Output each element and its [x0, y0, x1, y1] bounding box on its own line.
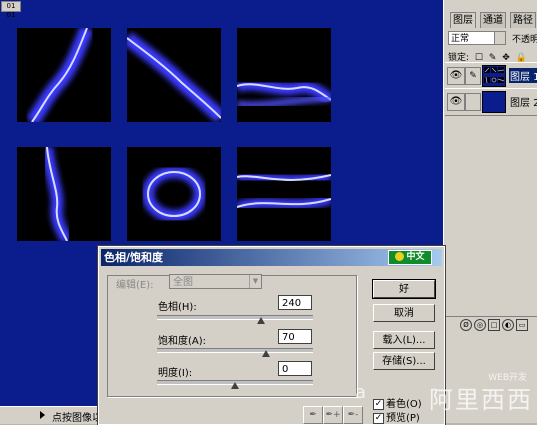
- edit-select[interactable]: 全图 ▼: [169, 274, 262, 289]
- saturation-slider[interactable]: [157, 348, 313, 357]
- eyedropper-subtract-icon[interactable]: ✒-: [343, 406, 363, 424]
- status-text: 点按图像以: [52, 413, 102, 424]
- preview-option[interactable]: ✓ 预览(P): [373, 409, 420, 424]
- ime-logo-icon: [395, 252, 405, 261]
- brush-icon[interactable]: ✎: [465, 67, 481, 85]
- layer-row-2[interactable]: 👁 图层 2: [445, 88, 537, 116]
- tab-layers[interactable]: 图层: [450, 12, 476, 28]
- blend-mode-select[interactable]: 正常: [448, 31, 506, 45]
- saturation-slider-thumb[interactable]: [262, 350, 271, 357]
- edit-select-value: 全图: [173, 277, 193, 288]
- layers-panel: 图层 通道 路径 正常 不透明 锁定: ☐ ✎ ✥ 🔒 👁 ✎ 图层 1 👁 图…: [443, 0, 537, 423]
- new-layer-icon[interactable]: ▭: [516, 319, 528, 331]
- lightning-tile-2: [127, 28, 221, 122]
- preview-checkbox[interactable]: ✓: [373, 412, 384, 424]
- hue-label: 色相(H):: [158, 302, 197, 313]
- dialog-titlebar[interactable]: 色相/饱和度 中文: [101, 249, 442, 266]
- panel-tabs: 图层 通道 路径: [446, 12, 537, 28]
- save-button[interactable]: 存储(S)...: [373, 352, 435, 370]
- lightness-input[interactable]: 0: [278, 361, 312, 376]
- eyedropper-add-icon[interactable]: ✒+: [323, 406, 343, 424]
- colorize-option[interactable]: ✓ 着色(O): [373, 395, 422, 410]
- edit-label: 编辑(E):: [116, 280, 154, 291]
- eye-icon[interactable]: 👁: [447, 93, 465, 111]
- preview-label: 预览(P): [386, 413, 420, 424]
- ok-button[interactable]: 好: [372, 279, 436, 299]
- lightning-tile-3: [237, 28, 331, 122]
- layer-thumbnail: [482, 65, 506, 87]
- colorize-checkbox[interactable]: ✓: [373, 398, 384, 410]
- lightness-label: 明度(I):: [158, 368, 193, 379]
- lightning-tile-4: [17, 147, 111, 241]
- adjustment-layer-icon[interactable]: ◐: [502, 319, 514, 331]
- hue-slider[interactable]: [157, 315, 313, 324]
- ime-label: 中文: [406, 252, 425, 262]
- lightning-tile-6: [237, 147, 331, 241]
- lightning-tile-1: [17, 28, 111, 122]
- lightness-slider-thumb[interactable]: [231, 382, 239, 389]
- chevron-down-icon: [494, 32, 505, 44]
- ime-indicator[interactable]: 中文: [388, 250, 432, 265]
- status-menu-arrow-icon[interactable]: [40, 411, 45, 419]
- adjustment-group: [107, 275, 357, 397]
- tab-paths[interactable]: 路径: [510, 12, 536, 28]
- hue-slider-thumb[interactable]: [257, 317, 266, 324]
- load-button[interactable]: 载入(L)...: [373, 331, 435, 349]
- dialog-title: 色相/饱和度: [104, 251, 164, 264]
- cancel-button[interactable]: 取消: [373, 304, 435, 322]
- blend-mode-value: 正常: [451, 34, 470, 44]
- layer-name[interactable]: 图层 2: [509, 94, 537, 109]
- layer-style-icon[interactable]: Ø: [460, 319, 472, 331]
- chevron-down-icon: ▼: [249, 275, 261, 288]
- layer-name[interactable]: 图层 1: [509, 68, 537, 83]
- lightning-tile-5: [127, 147, 221, 241]
- opacity-label: 不透明: [512, 35, 537, 45]
- eyedropper-icon[interactable]: ✒: [303, 406, 323, 424]
- tab-channels[interactable]: 通道: [480, 12, 506, 28]
- layer-thumbnail: [482, 91, 506, 113]
- mask-icon[interactable]: ◎: [474, 319, 486, 331]
- eye-icon[interactable]: 👁: [447, 67, 465, 85]
- saturation-label: 饱和度(A):: [158, 336, 207, 347]
- saturation-input[interactable]: 70: [278, 329, 312, 344]
- layer-row-1[interactable]: 👁 ✎ 图层 1: [445, 62, 537, 90]
- lightness-slider[interactable]: [157, 380, 313, 389]
- document-tab[interactable]: 01 01: [1, 1, 21, 19]
- hue-input[interactable]: 240: [278, 295, 312, 310]
- panel-bottom-bar: Ø ◎ □ ◐ ▭: [444, 316, 537, 333]
- layer-link-box[interactable]: [465, 93, 481, 111]
- hue-saturation-dialog: 色相/饱和度 中文 编辑(E): 全图 ▼ 色相(H): 240 饱和度(A):…: [97, 245, 446, 425]
- new-set-icon[interactable]: □: [488, 319, 500, 331]
